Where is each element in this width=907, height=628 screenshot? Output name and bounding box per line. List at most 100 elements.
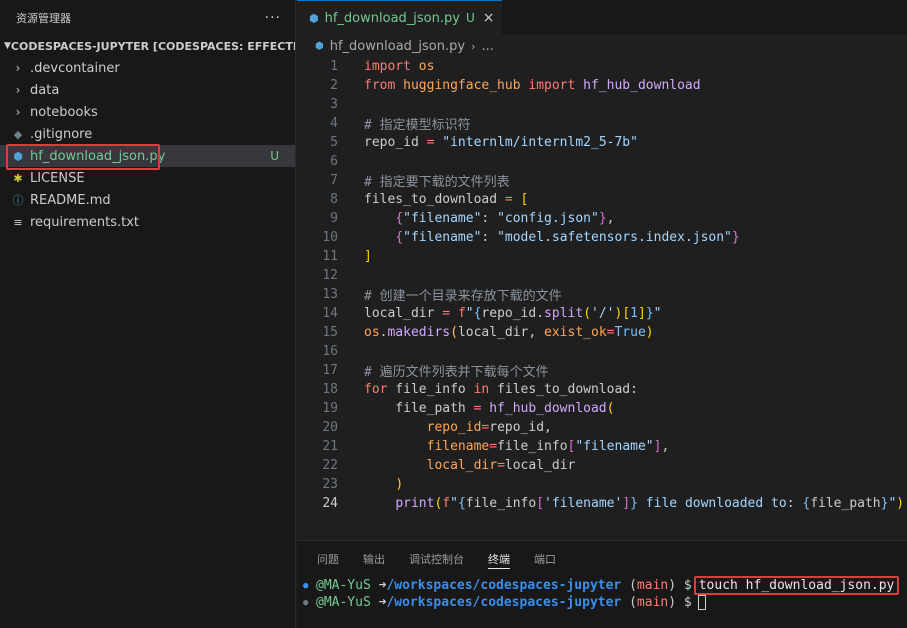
- code-text: repo_id=repo_id,: [426, 420, 552, 435]
- line-number: 10: [322, 230, 338, 245]
- line-number: 15: [322, 325, 338, 340]
- terminal-user: @MA-YuS: [316, 578, 371, 593]
- terminal-user: @MA-YuS: [316, 595, 371, 610]
- breadcrumb: ⬢ hf_download_json.py › ...: [297, 35, 907, 57]
- tab-terminal[interactable]: 终端: [488, 541, 510, 577]
- line-number: 21: [322, 439, 338, 454]
- code-comment: # 遍历文件列表并下载每个文件: [364, 365, 549, 380]
- command-status-dot-icon[interactable]: ●: [303, 598, 316, 608]
- code-line: 9 {"filename": "config.json"},: [297, 209, 907, 228]
- editor-tabs: ⬢ hf_download_json.py U ×: [297, 0, 907, 35]
- line-number: 19: [322, 401, 338, 416]
- line-number: 16: [322, 344, 338, 359]
- line-number: 6: [330, 154, 338, 169]
- breadcrumb-symbols[interactable]: ...: [481, 39, 493, 54]
- code-line: 23 ): [297, 475, 907, 494]
- tab-hf-download-json[interactable]: ⬢ hf_download_json.py U ×: [297, 0, 503, 35]
- code-text: {"filename": "model.safetensors.index.js…: [395, 230, 740, 245]
- tree-item-label: README.md: [30, 192, 111, 208]
- text-file-icon: ≡: [13, 215, 23, 229]
- tab-problems[interactable]: 问题: [317, 541, 339, 577]
- line-number: 14: [322, 306, 338, 321]
- chevron-right-icon: ›: [15, 61, 21, 75]
- code-text: ]: [364, 249, 372, 264]
- chevron-down-icon: ▼: [4, 41, 11, 51]
- line-number: 5: [330, 135, 338, 150]
- code-line: 10 {"filename": "model.safetensors.index…: [297, 228, 907, 247]
- tree-item-requirements[interactable]: ≡ requirements.txt: [0, 211, 295, 233]
- code-line: 8 files_to_download = [: [297, 190, 907, 209]
- line-number: 1: [330, 59, 338, 74]
- code-line: 22 local_dir=local_dir: [297, 456, 907, 475]
- terminal-branch: main: [636, 595, 669, 610]
- breadcrumb-file[interactable]: hf_download_json.py: [330, 39, 465, 54]
- code-text: filename=file_info["filename"],: [426, 439, 670, 454]
- line-number: 18: [322, 382, 338, 397]
- tree-item-label: .gitignore: [30, 126, 93, 142]
- terminal-line: ● @MA-YuS ➜ /workspaces/codespaces-jupyt…: [303, 576, 907, 595]
- code-line: 13 # 创建一个目录来存放下载的文件: [297, 285, 907, 304]
- code-line: 5 repo_id = "internlm/internlm2_5-7b": [297, 133, 907, 152]
- editor-area: ⬢ hf_download_json.py U × ⬢ hf_download_…: [297, 0, 907, 540]
- code-text: {"filename": "config.json"},: [395, 211, 615, 226]
- code-editor[interactable]: 1 import os 2 from huggingface_hub import …: [297, 57, 907, 513]
- terminal-cursor[interactable]: [697, 595, 706, 610]
- code-line: 20 repo_id=repo_id,: [297, 418, 907, 437]
- code-text: local_dir=local_dir: [426, 458, 576, 473]
- panel-tabs: 问题 输出 调试控制台 终端 端口: [297, 541, 907, 577]
- code-comment: # 指定要下载的文件列表: [364, 175, 510, 190]
- terminal-arrow: ➜: [378, 578, 387, 593]
- terminal[interactable]: ● @MA-YuS ➜ /workspaces/codespaces-jupyt…: [297, 576, 907, 611]
- close-icon[interactable]: ×: [483, 10, 495, 26]
- tree-item-readme[interactable]: ⓘ README.md: [0, 189, 295, 211]
- workspace-section-header[interactable]: ▼ CODESPACES-JUPYTER [CODESPACES: EFFECT…: [0, 35, 295, 57]
- code-line: 24 print(f"{file_info['filename']} file …: [297, 494, 907, 513]
- terminal-line: ● @MA-YuS ➜ /workspaces/codespaces-jupyt…: [303, 594, 907, 611]
- command-status-dot-icon[interactable]: ●: [303, 581, 316, 591]
- tree-item-license[interactable]: ✱ LICENSE: [0, 167, 295, 189]
- code-text: print(f"{file_info['filename']} file dow…: [395, 496, 905, 511]
- code-text: files_to_download = [: [364, 192, 529, 207]
- tree-item-notebooks[interactable]: › notebooks: [0, 101, 295, 123]
- code-text: from huggingface_hub import hf_hub_downl…: [364, 78, 701, 93]
- line-number: 17: [322, 363, 338, 378]
- code-line: 4 # 指定模型标识符: [297, 114, 907, 133]
- code-text: local_dir = f"{repo_id.split('/')[1]}": [364, 306, 662, 321]
- code-text: for file_info in files_to_download:: [364, 382, 638, 397]
- tree-item-devcontainer[interactable]: › .devcontainer: [0, 57, 295, 79]
- line-number: 22: [322, 458, 338, 473]
- terminal-branch-close: ): [668, 578, 677, 593]
- code-text: ): [395, 477, 404, 492]
- tab-ports[interactable]: 端口: [534, 541, 556, 577]
- line-number: 13: [322, 287, 338, 302]
- line-number: 9: [330, 211, 338, 226]
- python-file-icon: ⬢: [309, 11, 319, 25]
- code-line: 1 import os: [297, 57, 907, 76]
- line-number: 11: [322, 249, 338, 264]
- code-text: file_path = hf_hub_download(: [364, 401, 615, 416]
- tree-item-label: .devcontainer: [30, 60, 120, 76]
- git-diamond-icon: ◆: [13, 127, 23, 141]
- terminal-path: /workspaces/codespaces-jupyter: [386, 595, 622, 610]
- code-line: 12: [297, 266, 907, 285]
- terminal-branch-open: (: [629, 595, 637, 610]
- terminal-prompt: $: [683, 595, 692, 610]
- line-number: 4: [330, 116, 338, 131]
- code-line: 6: [297, 152, 907, 171]
- tab-output[interactable]: 输出: [363, 541, 385, 577]
- more-actions-icon[interactable]: ···: [265, 10, 281, 26]
- code-line: 11]: [297, 247, 907, 266]
- highlight-box: [6, 144, 160, 170]
- explorer-sidebar: 资源管理器 ··· ▼ CODESPACES-JUPYTER [CODESPAC…: [0, 0, 296, 628]
- info-icon: ⓘ: [12, 194, 24, 207]
- tab-debug-console[interactable]: 调试控制台: [409, 541, 464, 577]
- tree-item-gitignore[interactable]: ◆ .gitignore: [0, 123, 295, 145]
- code-line: 21 filename=file_info["filename"],: [297, 437, 907, 456]
- tree-item-label: notebooks: [30, 104, 98, 120]
- code-line: 18 for file_info in files_to_download:: [297, 380, 907, 399]
- code-text: import os: [364, 59, 435, 74]
- terminal-arrow: ➜: [378, 595, 387, 610]
- code-comment: # 创建一个目录来存放下载的文件: [364, 289, 562, 304]
- code-comment: # 指定模型标识符: [364, 118, 471, 133]
- tree-item-data[interactable]: › data: [0, 79, 295, 101]
